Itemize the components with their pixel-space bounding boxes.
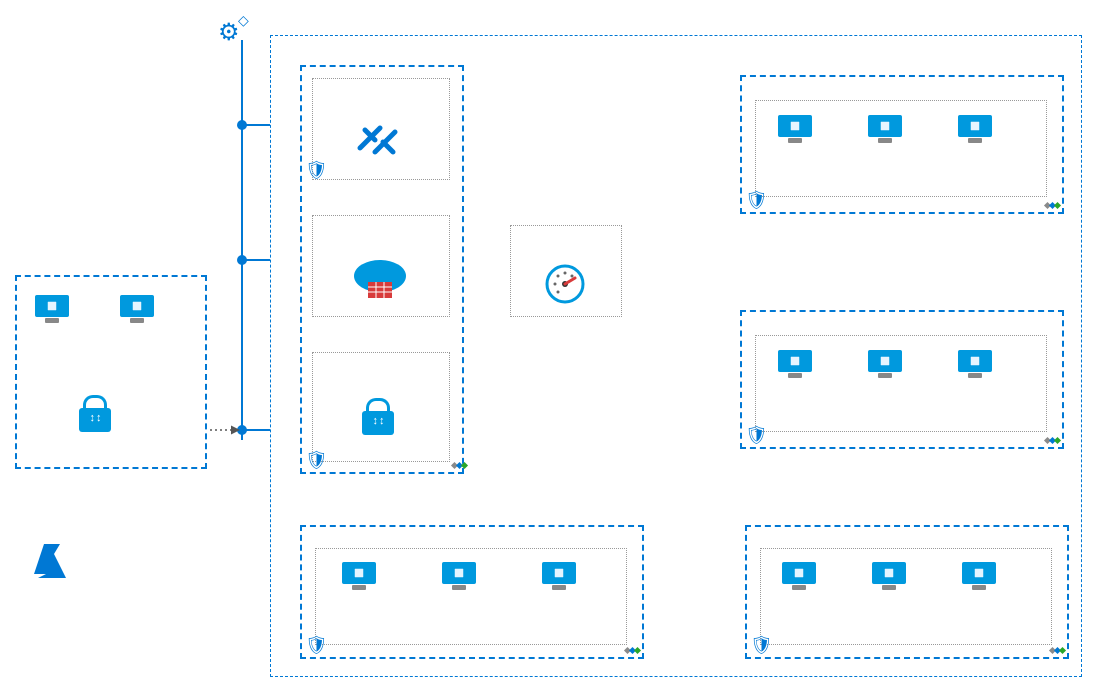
azure-logo	[30, 540, 72, 587]
shield-icon: 🛡	[305, 160, 328, 181]
avnm-icon: ⚙	[218, 18, 240, 47]
vm-block	[120, 295, 154, 329]
shield-icon: 🛡	[305, 450, 328, 471]
shield-icon: 🛡	[745, 425, 768, 446]
firewall-icon	[352, 254, 408, 309]
bastion-icon	[355, 120, 401, 165]
shield-icon: 🛡	[745, 190, 768, 211]
shield-icon: 🛡	[750, 635, 773, 656]
lock-icon: ↕ ↕	[75, 395, 115, 435]
gateway-icon: ↕ ↕	[358, 398, 398, 438]
vm-icon	[120, 295, 154, 323]
vm-block	[35, 295, 69, 329]
monitor-icon	[543, 262, 587, 311]
shield-icon: 🛡	[305, 635, 328, 656]
vm-icon	[35, 295, 69, 323]
peering-icon	[452, 458, 468, 474]
